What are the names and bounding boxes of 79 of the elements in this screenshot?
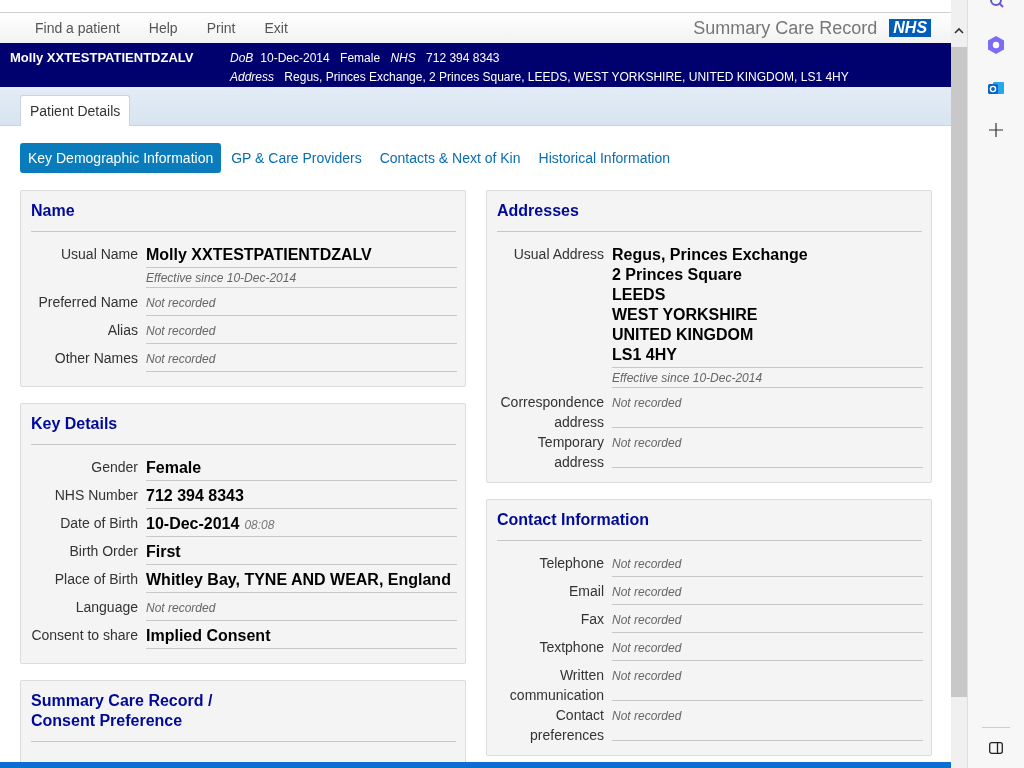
not-recorded-text: Not recorded [146,600,216,617]
field-label: Usual Address [512,245,604,264]
not-recorded-text: Not recorded [146,351,216,368]
field-label: Consent to share [31,626,138,645]
address-value: Regus, Princes Exchange, 2 Princes Square, LEEDS, WEST YORKSHIRE, UNITED KINGDOM, LS1 4HY [283,70,849,84]
field-label: NHS Number [53,486,138,505]
not-recorded-text: Not recorded [612,556,682,573]
field-value: Molly XXTESTPATIENTDZALV [146,245,372,265]
field-label: Language [74,598,138,617]
field-label: Birth Order [68,542,138,561]
field-label: Telephone [538,554,604,573]
field-value: WEST YORKSHIRE [612,305,758,325]
section-tab[interactable]: Contacts & Next of Kin [371,143,529,173]
field-value: Regus, Princes Exchange [612,245,808,265]
field-label: Date of Birth [59,514,138,533]
not-recorded-text: Not recorded [612,435,682,452]
nhs-label: NHS [389,51,416,65]
field-value: LS1 4HY [612,345,677,365]
field-label: Usual Name [59,245,138,264]
section-tab[interactable]: GP & Care Providers [223,143,370,173]
field-value: 2 Princes Square [612,265,742,285]
app-title: Summary Care Record [693,17,878,39]
field-value: Whitley Bay, TYNE AND WEAR, England [146,570,451,590]
section-title: Summary Care Record / Consent Preference [31,691,214,731]
field-label: Correspondence address [499,393,604,432]
field-label: Textphone [538,638,604,657]
field-label: Contact preferences [529,706,604,745]
field-value: Implied Consent [146,626,271,646]
field-label: Gender [90,458,138,477]
scroll-up-icon[interactable] [954,26,965,34]
time-text: 08:08 [244,518,275,532]
section-title: Name [31,201,76,221]
field-value: 10-Dec-2014 [146,514,240,534]
nhs-logo: NHS [889,19,932,37]
section-tab[interactable]: Historical Information [530,143,678,173]
menu-link[interactable]: Exit [264,20,288,36]
field-value: 712 394 8343 [146,486,244,506]
gender-value: Female [339,51,381,65]
section-title: Addresses [497,201,580,221]
effective-date-text: Effective since 10-Dec-2014 [146,267,457,285]
field-label: Preferred Name [37,293,138,312]
field-label: Fax [579,610,604,629]
not-recorded-text: Not recorded [146,323,216,340]
field-value: LEEDS [612,285,666,305]
section-title: Contact Information [497,510,650,530]
add-icon[interactable] [989,123,1003,137]
field-label: Written communication [508,666,604,705]
field-label: Alias [106,321,138,340]
nhs-number: 712 394 8343 [425,51,500,65]
effective-date-text: Effective since 10-Dec-2014 [612,367,923,385]
scrollbar[interactable] [951,0,968,768]
dob-label: DoB [230,51,254,65]
not-recorded-text: Not recorded [612,612,682,629]
field-label: Temporary address [536,433,604,472]
dob-value: 10-Dec-2014 [260,51,330,65]
address-label: Address [230,70,275,84]
not-recorded-text: Not recorded [612,584,682,601]
sidebar-panel-icon[interactable] [989,742,1003,754]
menu-link[interactable]: Print [206,20,236,36]
field-value: Female [146,458,202,478]
field-value: UNITED KINGDOM [612,325,754,345]
field-label: Place of Birth [53,570,138,589]
menu-link[interactable]: Help [148,20,178,36]
not-recorded-text: Not recorded [612,668,682,685]
mail-app-icon[interactable] [987,79,1005,97]
section-title: Key Details [31,414,119,434]
tab[interactable]: Patient Details [20,95,131,126]
field-label: Email [568,582,604,601]
menu-link[interactable]: Find a patient [35,20,120,36]
not-recorded-text: Not recorded [612,395,682,412]
not-recorded-text: Not recorded [612,708,682,725]
not-recorded-text: Not recorded [146,295,216,312]
field-value: First [146,542,181,562]
search-icon[interactable] [988,0,1004,8]
scrollbar-thumb[interactable] [951,47,968,697]
patient-name: Molly XXTESTPATIENTDZALV [10,49,195,67]
section-tab[interactable]: Key Demographic Information [20,143,222,173]
field-label: Other Names [53,349,138,368]
not-recorded-text: Not recorded [612,640,682,657]
